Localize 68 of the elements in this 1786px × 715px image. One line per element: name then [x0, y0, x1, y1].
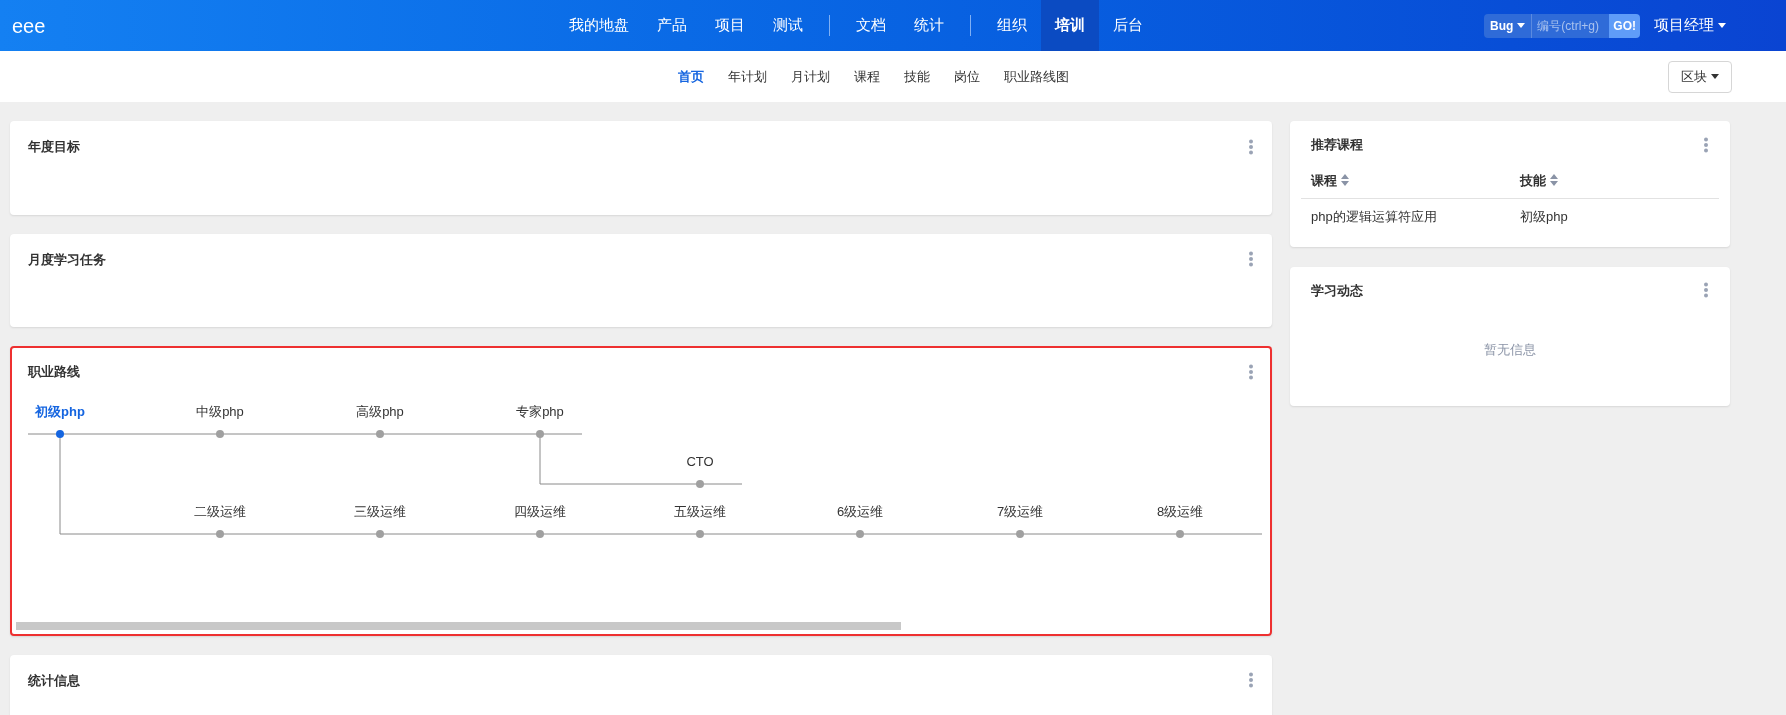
- table-cell-text: php的逻辑运算符应用: [1310, 208, 1438, 226]
- empty-message: 暂无信息: [1484, 341, 1536, 360]
- sub-nav-tab[interactable]: 职业路线图: [1003, 66, 1069, 87]
- nav-tab[interactable]: 项目: [701, 0, 759, 51]
- more-options-icon[interactable]: [1248, 251, 1254, 268]
- path-node-label[interactable]: 三级运维: [354, 503, 406, 519]
- more-options-icon[interactable]: [1248, 138, 1254, 155]
- path-node-label[interactable]: 中级php: [196, 403, 244, 419]
- card-title: 推荐课程: [1311, 136, 1363, 154]
- path-node-dot[interactable]: [216, 429, 224, 438]
- logo[interactable]: eee: [12, 10, 46, 41]
- nav-tab[interactable]: 我的地盘: [555, 0, 643, 51]
- column-header[interactable]: 课程: [1311, 170, 1337, 190]
- path-node-label[interactable]: 6级运维: [836, 503, 884, 519]
- more-options-icon[interactable]: [1703, 136, 1709, 153]
- path-node-dot[interactable]: [1176, 529, 1184, 538]
- path-node-dot[interactable]: [696, 529, 704, 538]
- more-options-icon[interactable]: [1248, 363, 1254, 380]
- sub-nav-tab[interactable]: 课程: [853, 66, 880, 87]
- sub-nav-tab[interactable]: 月计划: [790, 66, 830, 87]
- block-dropdown-button[interactable]: 区块: [1668, 60, 1732, 93]
- sub-nav-tab[interactable]: 技能: [903, 66, 930, 87]
- nav-tab[interactable]: 文档: [842, 0, 900, 51]
- nav-tab[interactable]: 统计: [900, 0, 958, 51]
- user-menu[interactable]: 项目经理: [1654, 14, 1726, 37]
- caret-icon: [1711, 74, 1719, 79]
- path-node-dot[interactable]: [376, 529, 384, 538]
- table-cell-text: 初级php: [1519, 208, 1569, 226]
- nav-tab[interactable]: 组织: [983, 0, 1041, 51]
- nav-tab[interactable]: 测试: [759, 0, 817, 51]
- path-node-label[interactable]: 二级运维: [194, 503, 246, 519]
- sort-icon[interactable]: [1341, 174, 1349, 187]
- path-node-dot[interactable]: [696, 479, 704, 488]
- path-node-label[interactable]: 四级运维: [514, 503, 566, 519]
- path-node-label[interactable]: 五级运维: [674, 503, 726, 519]
- card-title: 统计信息: [28, 671, 80, 690]
- sub-nav-tab[interactable]: 年计划: [727, 66, 767, 87]
- path-node-label[interactable]: 专家php: [516, 403, 564, 419]
- search-type-dropdown[interactable]: Bug: [1484, 13, 1532, 38]
- nav-tab[interactable]: 培训: [1041, 0, 1099, 51]
- path-node-label[interactable]: 8级运维: [1156, 503, 1204, 519]
- path-node-label[interactable]: 7级运维: [996, 503, 1044, 519]
- card-title: 职业路线: [28, 363, 80, 381]
- path-node-dot[interactable]: [856, 529, 864, 538]
- nav-tab[interactable]: 产品: [643, 0, 701, 51]
- column-header[interactable]: 技能: [1520, 170, 1546, 190]
- nav-tab[interactable]: 后台: [1099, 0, 1157, 51]
- path-node-label[interactable]: 初级php: [35, 403, 85, 419]
- path-node-label[interactable]: 高级php: [356, 403, 404, 419]
- path-node-dot[interactable]: [536, 529, 544, 538]
- card-title: 学习动态: [1311, 281, 1363, 300]
- path-node-label[interactable]: CTO: [686, 453, 714, 469]
- path-node-dot[interactable]: [56, 429, 64, 438]
- path-node-dot[interactable]: [1016, 529, 1024, 538]
- card-title: 月度学习任务: [28, 250, 106, 269]
- card-title: 年度目标: [28, 138, 80, 156]
- more-options-icon[interactable]: [1248, 672, 1254, 689]
- path-node-dot[interactable]: [216, 529, 224, 538]
- horizontal-scrollbar[interactable]: [16, 621, 901, 630]
- sort-icon[interactable]: [1550, 174, 1558, 187]
- more-options-icon[interactable]: [1703, 282, 1709, 299]
- path-node-dot[interactable]: [536, 429, 544, 438]
- path-node-dot[interactable]: [376, 429, 384, 438]
- search-field[interactable]: 编号(ctrl+g): [1531, 13, 1610, 38]
- caret-icon: [1718, 23, 1726, 28]
- sub-nav-tab[interactable]: 岗位: [953, 66, 980, 87]
- sub-nav-tab[interactable]: 首页: [677, 66, 704, 87]
- caret-icon: [1517, 23, 1526, 28]
